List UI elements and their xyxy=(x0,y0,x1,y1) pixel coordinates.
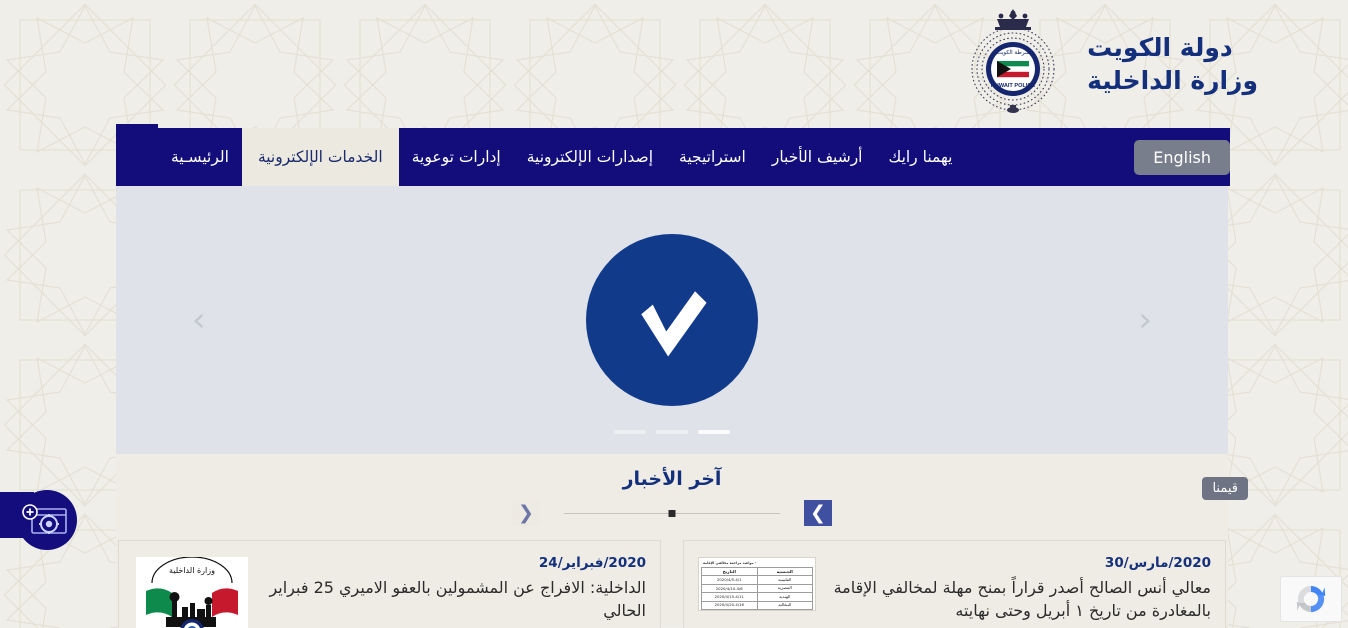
hero-carousel: ‹ › xyxy=(116,186,1228,454)
brand-text: دولة الكويت وزارة الداخلية xyxy=(1087,31,1258,97)
language-switch-button[interactable]: English xyxy=(1134,139,1230,175)
recaptcha-icon xyxy=(1296,585,1326,613)
news-card-date: 2020/فبراير/24 xyxy=(538,555,646,571)
news-prev-button[interactable]: ❮ xyxy=(512,500,540,526)
cell-nationality: الهندية xyxy=(756,592,813,602)
rate-us-button[interactable]: قيمنا xyxy=(1202,477,1248,500)
cell-nationality: الفلبينية xyxy=(756,575,813,585)
svg-text:KUWAIT POLICE: KUWAIT POLICE xyxy=(991,83,1036,89)
nav-item-e-services[interactable]: الخدمات الإلكترونية xyxy=(241,128,399,186)
nav-item-your-opinion-matters[interactable]: يهمنا رايك xyxy=(876,128,966,186)
nav-item-awareness-departments[interactable]: إدارات توعوية xyxy=(399,128,514,186)
nav-item-news-archive[interactable]: أرشيف الأخبار xyxy=(759,128,876,186)
cell-date: 2020/4/10-4/6 xyxy=(701,583,758,594)
moi-logo-icon: وزارة الداخلية xyxy=(136,557,248,628)
news-card-headline: معالي أنس الصالح أصدر قراراً بمنح مهلة ل… xyxy=(833,578,1211,621)
nav-item-home[interactable]: الرئيسـية xyxy=(158,128,242,186)
news-next-button[interactable]: ❯ xyxy=(804,500,832,526)
carousel-indicator-1[interactable] xyxy=(698,430,730,434)
table-header-date: التاريخ xyxy=(701,566,758,577)
carousel-prev-icon[interactable]: ‹ xyxy=(1138,303,1152,337)
nav-bar: الرئيسـية الخدمات الإلكترونية إدارات توع… xyxy=(158,128,1230,186)
latest-news-section: آخر الأخبار ❯ ❮ 2020/مارس/30 معالي أنس ا… xyxy=(116,454,1228,628)
news-card-headline: الداخلية: الافراج عن المشمولين بالعفو ال… xyxy=(269,578,646,621)
svg-text:وزارة الداخلية: وزارة الداخلية xyxy=(169,566,215,575)
residency-violators-table-image: - مواعيد مراجعة مخالفي الإقامة الجنسية ا… xyxy=(698,557,816,611)
table-row: المصرية 2020/4/10-4/6 xyxy=(701,583,813,594)
nav-item-strategy[interactable]: استراتيجية xyxy=(666,128,759,186)
news-card-list: 2020/مارس/30 معالي أنس الصالح أصدر قرارا… xyxy=(116,540,1228,628)
cell-nationality: المصرية xyxy=(756,583,813,594)
nav-item-e-publications[interactable]: إصدارات الإلكترونية xyxy=(514,128,666,186)
cell-date: 2020/4/5-4/1 xyxy=(701,575,758,585)
rate-us-button-wrapper: قيمنا xyxy=(1202,477,1248,500)
news-card[interactable]: 2020/فبراير/24 الداخلية: الافراج عن المش… xyxy=(118,540,661,628)
table-header-row: الجنسية التاريخ xyxy=(701,566,813,577)
latest-news-title: آخر الأخبار xyxy=(622,468,722,490)
residency-schedule-table: الجنسية التاريخ الفلبينية 2020/4/5-4/1 ا… xyxy=(701,566,813,610)
news-card[interactable]: 2020/مارس/30 معالي أنس الصالح أصدر قرارا… xyxy=(683,540,1226,628)
news-progress-track[interactable] xyxy=(564,509,780,517)
accessibility-options-button[interactable] xyxy=(16,489,78,551)
table-row: الهندية 2020/4/15-4/11 xyxy=(701,592,813,602)
site-header: دولة الكويت وزارة الداخلية شرطة الكويت K… xyxy=(0,0,1348,128)
news-card-thumbnail[interactable]: وزارة الداخلية xyxy=(133,555,251,628)
carousel-indicator-2[interactable] xyxy=(656,430,688,434)
news-carousel-controls: ❯ ❮ xyxy=(116,500,1228,526)
cell-nationality: البنغالية xyxy=(756,600,813,610)
carousel-indicator-3[interactable] xyxy=(614,430,646,434)
carousel-indicators xyxy=(116,430,1228,434)
svg-text:شرطة الكويت: شرطة الكويت xyxy=(996,49,1030,56)
cell-date: 2020/4/15-4/11 xyxy=(701,592,758,602)
brand-block[interactable]: دولة الكويت وزارة الداخلية شرطة الكويت K… xyxy=(961,7,1258,121)
table-row: الفلبينية 2020/4/5-4/1 xyxy=(701,575,813,585)
brand-line-country: دولة الكويت xyxy=(1087,33,1233,62)
table-header-nationality: الجنسية xyxy=(756,566,813,577)
news-card-date: 2020/مارس/30 xyxy=(1104,555,1211,571)
nav-right-cap xyxy=(116,124,158,186)
news-card-body: 2020/فبراير/24 الداخلية: الافراج عن المش… xyxy=(263,555,646,628)
news-card-thumbnail[interactable]: - مواعيد مراجعة مخالفي الإقامة الجنسية ا… xyxy=(698,555,816,611)
main-navigation: الرئيسـية الخدمات الإلكترونية إدارات توع… xyxy=(116,124,1230,186)
accessibility-gear-icon xyxy=(17,490,77,550)
recaptcha-badge[interactable] xyxy=(1280,576,1342,622)
brand-line-ministry: وزارة الداخلية xyxy=(1087,66,1258,95)
carousel-next-icon[interactable]: › xyxy=(192,303,206,337)
cell-date: 2020/4/20-4/16 xyxy=(701,600,758,610)
news-progress-knob[interactable] xyxy=(668,509,676,517)
kuwait-police-emblem-icon: شرطة الكويت KUWAIT POLICE xyxy=(961,7,1065,121)
hero-check-badge[interactable] xyxy=(586,234,758,406)
check-icon xyxy=(641,291,707,357)
table-row: البنغالية 2020/4/20-4/16 xyxy=(701,600,813,610)
news-card-body: 2020/مارس/30 معالي أنس الصالح أصدر قرارا… xyxy=(828,555,1211,628)
